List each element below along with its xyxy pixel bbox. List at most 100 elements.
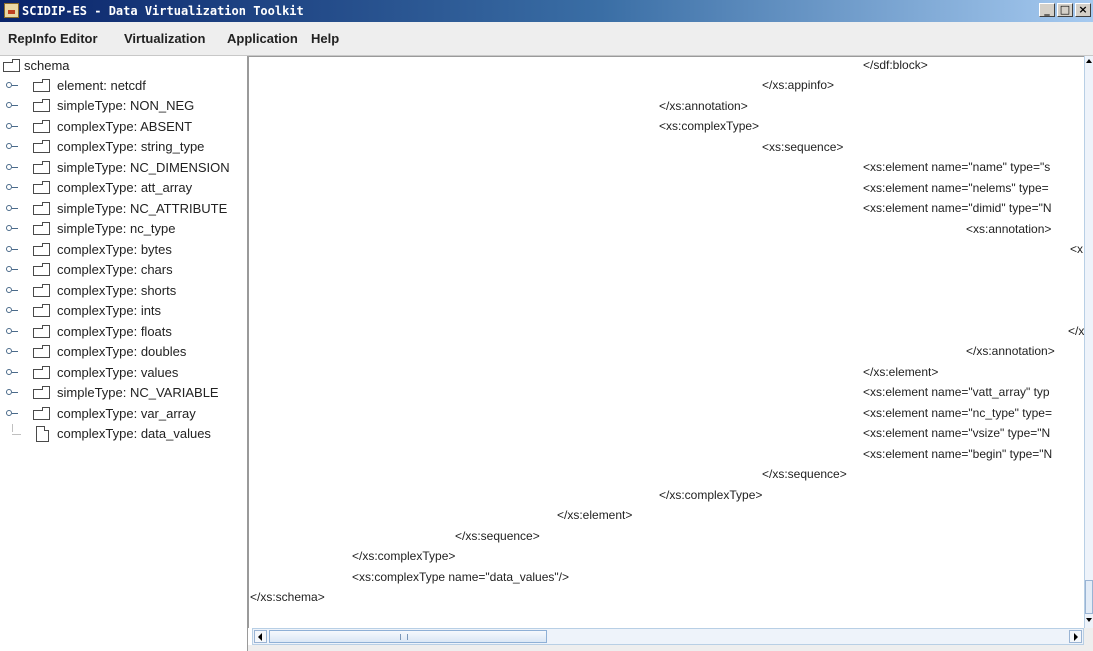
expand-handle-icon[interactable] [6, 347, 18, 356]
scroll-right-arrow-icon[interactable] [1069, 630, 1082, 643]
tree-item[interactable]: complexType: chars [0, 260, 247, 280]
menubar: RepInfo Editor Virtualization Applicatio… [0, 22, 1093, 56]
tree-item[interactable]: complexType: string_type [0, 137, 247, 157]
xml-line: </sdf:block> [863, 58, 928, 72]
expand-handle-icon[interactable] [6, 81, 18, 90]
expand-handle-icon[interactable] [6, 122, 18, 131]
folder-icon [33, 304, 51, 317]
xml-line: </xs:sequence> [762, 467, 847, 481]
menu-application[interactable]: Application [227, 31, 298, 46]
tree-item[interactable]: complexType: bytes [0, 240, 247, 260]
tree-item[interactable]: complexType: ints [0, 301, 247, 321]
folder-icon [3, 59, 21, 72]
tree-item-leaf[interactable]: complexType: data_values [0, 424, 247, 444]
xml-line: <xs:element name="name" type="s [863, 160, 1051, 174]
window-controls: _ □ × [1039, 3, 1093, 19]
xml-line: <xs:element name="nelems" type= [863, 181, 1049, 195]
folder-icon [33, 99, 51, 112]
tree-item-label: complexType: string_type [57, 139, 205, 154]
tree-item[interactable]: complexType: values [0, 363, 247, 383]
xml-line: <xs:element name="begin" type="N [863, 447, 1053, 461]
vertical-scrollbar[interactable] [1084, 56, 1093, 628]
folder-icon [33, 140, 51, 153]
tree-item[interactable]: complexType: shorts [0, 281, 247, 301]
java-app-icon [4, 3, 19, 18]
tree-item-label: simpleType: nc_type [57, 221, 176, 236]
xml-line: <xs:element name="vsize" type="N [863, 426, 1051, 440]
xml-line: <xs:element name="vatt_array" typ [863, 385, 1050, 399]
scroll-up-arrow-icon[interactable] [1086, 59, 1092, 63]
expand-handle-icon[interactable] [6, 163, 18, 172]
xml-line: </xs:annotation> [966, 344, 1055, 358]
menu-repinfo-editor[interactable]: RepInfo Editor [8, 31, 98, 46]
horizontal-scroll-thumb[interactable] [269, 630, 547, 643]
tree-item[interactable]: simpleType: NC_VARIABLE [0, 383, 247, 403]
scroll-left-arrow-icon[interactable] [254, 630, 267, 643]
xml-line: </xs:element> [557, 508, 633, 522]
expand-handle-icon[interactable] [6, 224, 18, 233]
tree-item-label: complexType: ints [57, 303, 162, 318]
tree-item-label: complexType: ABSENT [57, 119, 193, 134]
expand-handle-icon[interactable] [6, 286, 18, 295]
tree-item-label: complexType: shorts [57, 283, 177, 298]
tree-item[interactable]: simpleType: NC_DIMENSION [0, 158, 247, 178]
expand-handle-icon[interactable] [6, 183, 18, 192]
vertical-scroll-thumb[interactable] [1085, 580, 1093, 614]
expand-handle-icon[interactable] [6, 306, 18, 315]
tree-item-label: simpleType: NC_ATTRIBUTE [57, 201, 228, 216]
folder-icon [33, 222, 51, 235]
expand-handle-icon[interactable] [6, 101, 18, 110]
horizontal-scrollbar[interactable] [252, 628, 1084, 645]
menu-help[interactable]: Help [311, 31, 339, 46]
expand-handle-icon[interactable] [6, 409, 18, 418]
xml-source-view[interactable]: </sdf:block> </xs:appinfo> </xs:annotati… [248, 56, 1084, 628]
folder-icon [33, 181, 51, 194]
xml-line: <xs:complexType> [659, 119, 760, 133]
tree-item-label: simpleType: NON_NEG [57, 98, 195, 113]
folder-icon [33, 202, 51, 215]
tree-item[interactable]: simpleType: nc_type [0, 219, 247, 239]
schema-tree: schema element: netcdf simpleType: NON_N… [0, 56, 248, 651]
expand-handle-icon[interactable] [6, 142, 18, 151]
xml-line: <xs:element name="dimid" type="N [863, 201, 1052, 215]
xml-line: <x [1070, 242, 1084, 256]
window-bottom-edge [248, 645, 1093, 651]
tree-item[interactable]: simpleType: NON_NEG [0, 96, 247, 116]
window-title: SCIDIP-ES - Data Virtualization Toolkit [22, 4, 304, 18]
tree-item[interactable]: element: netcdf [0, 76, 247, 96]
tree-item[interactable]: simpleType: NC_ATTRIBUTE [0, 199, 247, 219]
expand-handle-icon[interactable] [6, 327, 18, 336]
folder-icon [33, 120, 51, 133]
tree-item[interactable]: complexType: floats [0, 322, 247, 342]
tree-root-label: schema [24, 58, 70, 73]
xml-line: <xs:annotation> [966, 222, 1052, 236]
tree-item[interactable]: complexType: ABSENT [0, 117, 247, 137]
xml-line: <xs:element name="nc_type" type= [863, 406, 1052, 420]
tree-root-schema[interactable]: schema [0, 56, 247, 76]
scroll-down-arrow-icon[interactable] [1086, 618, 1092, 622]
close-button[interactable]: × [1075, 3, 1091, 17]
tree-item[interactable]: complexType: att_array [0, 178, 247, 198]
folder-icon [33, 366, 51, 379]
tree-item-label: simpleType: NC_DIMENSION [57, 160, 230, 175]
expand-handle-icon[interactable] [6, 388, 18, 397]
xml-line: </xs:annotation> [659, 99, 748, 113]
folder-icon [33, 161, 51, 174]
expand-handle-icon[interactable] [6, 368, 18, 377]
minimize-button[interactable]: _ [1039, 3, 1055, 17]
menu-virtualization[interactable]: Virtualization [124, 31, 205, 46]
expand-handle-icon[interactable] [6, 245, 18, 254]
xml-line: </xs:element> [863, 365, 939, 379]
tree-item-label: complexType: var_array [57, 406, 196, 421]
file-icon [36, 426, 49, 442]
window-titlebar[interactable]: SCIDIP-ES - Data Virtualization Toolkit … [0, 0, 1093, 22]
folder-icon [33, 407, 51, 420]
maximize-button[interactable]: □ [1057, 3, 1073, 17]
tree-item-label: complexType: data_values [57, 426, 211, 441]
tree-item-label: complexType: values [57, 365, 179, 380]
expand-handle-icon[interactable] [6, 204, 18, 213]
tree-item[interactable]: complexType: doubles [0, 342, 247, 362]
expand-handle-icon[interactable] [6, 265, 18, 274]
tree-item[interactable]: complexType: var_array [0, 404, 247, 424]
xml-line: </xs:complexType> [659, 488, 763, 502]
